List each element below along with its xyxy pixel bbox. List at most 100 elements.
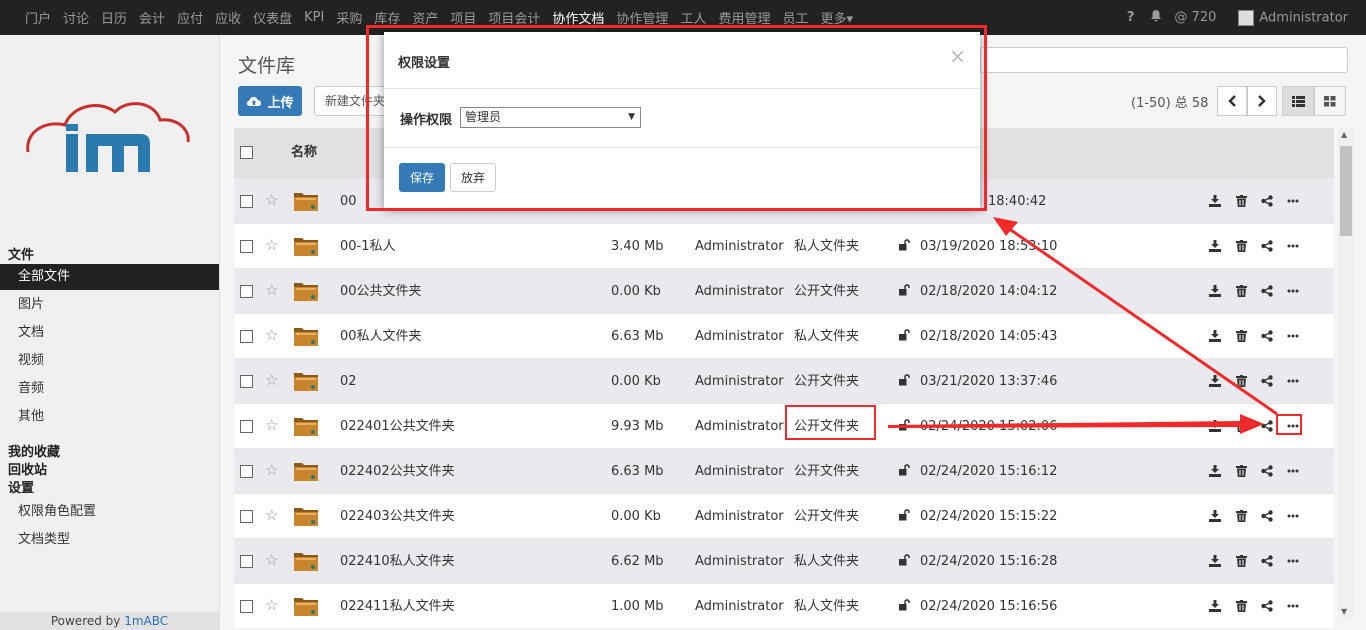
user-menu[interactable]: Administrator: [1238, 9, 1348, 26]
file-name[interactable]: 022410私人文件夹: [340, 539, 455, 584]
nav-item[interactable]: 会计: [139, 8, 165, 27]
next-page-button[interactable]: [1247, 86, 1277, 116]
more-options-icon[interactable]: [1280, 373, 1306, 389]
row-checkbox[interactable]: [240, 375, 253, 388]
row-checkbox[interactable]: [240, 555, 253, 568]
sidebar-item-file-category[interactable]: 文档: [0, 320, 219, 346]
download-icon[interactable]: [1202, 238, 1228, 254]
row-checkbox[interactable]: [240, 330, 253, 343]
share-icon[interactable]: [1254, 283, 1280, 299]
download-icon[interactable]: [1202, 418, 1228, 434]
table-row[interactable]: ☆ 02 0.00 Kb Administrator 公开文件夹 03/21/2020 1…: [234, 358, 1334, 403]
file-name[interactable]: 02: [340, 359, 357, 404]
sidebar-item-setting[interactable]: 权限角色配置: [0, 499, 219, 525]
download-icon[interactable]: [1202, 508, 1228, 524]
download-icon[interactable]: [1202, 553, 1228, 569]
sidebar-item-favorites[interactable]: 我的收藏: [8, 441, 60, 460]
file-name[interactable]: 00私人文件夹: [340, 314, 422, 359]
file-name[interactable]: 00: [340, 179, 357, 224]
row-checkbox[interactable]: [240, 420, 253, 433]
mentions-count[interactable]: @ 720: [1174, 10, 1216, 25]
table-row[interactable]: ☆ 022403公共文件夹 0.00 Kb Administrator 公开文件夹 02/…: [234, 493, 1334, 538]
sidebar-item-setting[interactable]: 文档类型: [0, 527, 219, 553]
sidebar-item-file-category[interactable]: 音频: [0, 376, 219, 402]
table-row[interactable]: ☆ 022410私人文件夹 6.62 Mb Administrator 私人文件夹 02/…: [234, 538, 1334, 583]
star-icon[interactable]: ☆: [265, 416, 278, 434]
trash-icon[interactable]: [1228, 238, 1254, 254]
list-view-button[interactable]: [1282, 86, 1314, 116]
trash-icon[interactable]: [1228, 508, 1254, 524]
nav-item[interactable]: 采购: [336, 8, 362, 27]
download-icon[interactable]: [1202, 373, 1228, 389]
trash-icon[interactable]: [1228, 598, 1254, 614]
share-icon[interactable]: [1254, 328, 1280, 344]
row-checkbox[interactable]: [240, 465, 253, 478]
file-name[interactable]: 022411私人文件夹: [340, 584, 455, 629]
share-icon[interactable]: [1254, 463, 1280, 479]
nav-item[interactable]: KPI: [304, 10, 324, 25]
sidebar-item-recycle[interactable]: 回收站: [8, 459, 47, 478]
file-name[interactable]: 022401公共文件夹: [340, 404, 455, 449]
more-options-icon[interactable]: [1280, 463, 1306, 479]
sidebar-item-file-category[interactable]: 其他: [0, 404, 219, 430]
sidebar-item-file-category[interactable]: 图片: [0, 292, 219, 318]
star-icon[interactable]: ☆: [265, 596, 278, 614]
nav-item[interactable]: 应付: [177, 8, 203, 27]
table-row[interactable]: ☆ 00公共文件夹 0.00 Kb Administrator 公开文件夹 02/18/2…: [234, 268, 1334, 313]
more-options-icon[interactable]: [1280, 238, 1306, 254]
nav-item[interactable]: 门户: [25, 8, 51, 27]
download-icon[interactable]: [1202, 463, 1228, 479]
star-icon[interactable]: ☆: [265, 551, 278, 569]
more-options-icon[interactable]: [1280, 193, 1306, 209]
trash-icon[interactable]: [1228, 283, 1254, 299]
nav-item[interactable]: 讨论: [63, 8, 89, 27]
column-header-name[interactable]: 名称: [291, 128, 317, 178]
table-row[interactable]: ☆ 00私人文件夹 6.63 Mb Administrator 私人文件夹 02/18/2…: [234, 313, 1334, 358]
row-checkbox[interactable]: [240, 195, 253, 208]
scrollbar[interactable]: ▲ ▼: [1338, 128, 1354, 618]
star-icon[interactable]: ☆: [265, 326, 278, 344]
row-checkbox[interactable]: [240, 240, 253, 253]
trash-icon[interactable]: [1228, 373, 1254, 389]
select-all-checkbox[interactable]: [240, 146, 253, 159]
more-options-icon[interactable]: [1280, 283, 1306, 299]
download-icon[interactable]: [1202, 193, 1228, 209]
more-options-icon[interactable]: [1280, 328, 1306, 344]
share-icon[interactable]: [1254, 238, 1280, 254]
nav-item[interactable]: 仪表盘: [253, 8, 292, 27]
star-icon[interactable]: ☆: [265, 371, 278, 389]
bell-icon[interactable]: [1150, 9, 1162, 26]
share-icon[interactable]: [1254, 508, 1280, 524]
help-icon[interactable]: ?: [1127, 10, 1135, 25]
more-options-icon[interactable]: [1280, 598, 1306, 614]
grid-view-button[interactable]: [1314, 86, 1346, 116]
scroll-down-icon[interactable]: ▼: [1341, 607, 1347, 616]
nav-item[interactable]: 日历: [101, 8, 127, 27]
table-row[interactable]: ☆ 022402公共文件夹 6.63 Mb Administrator 公开文件夹 02/…: [234, 448, 1334, 493]
row-checkbox[interactable]: [240, 510, 253, 523]
trash-icon[interactable]: [1228, 553, 1254, 569]
trash-icon[interactable]: [1228, 328, 1254, 344]
powered-brand[interactable]: 1mABC: [124, 614, 168, 628]
nav-item[interactable]: 应收: [215, 8, 241, 27]
star-icon[interactable]: ☆: [265, 236, 278, 254]
sidebar-item-file-category[interactable]: 全部文件: [0, 264, 219, 290]
share-icon[interactable]: [1254, 598, 1280, 614]
share-icon[interactable]: [1254, 373, 1280, 389]
file-name[interactable]: 00公共文件夹: [340, 269, 422, 314]
download-icon[interactable]: [1202, 598, 1228, 614]
star-icon[interactable]: ☆: [265, 191, 278, 209]
share-icon[interactable]: [1254, 193, 1280, 209]
prev-page-button[interactable]: [1217, 86, 1247, 116]
table-row[interactable]: ☆ 00-1私人 3.40 Mb Administrator 私人文件夹 03/19/20…: [234, 223, 1334, 268]
more-options-icon[interactable]: [1280, 553, 1306, 569]
table-row[interactable]: ☆ 022401公共文件夹 9.93 Mb Administrator 公开文件夹 02/…: [234, 403, 1334, 448]
star-icon[interactable]: ☆: [265, 461, 278, 479]
download-icon[interactable]: [1202, 283, 1228, 299]
share-icon[interactable]: [1254, 553, 1280, 569]
trash-icon[interactable]: [1228, 463, 1254, 479]
upload-button[interactable]: 上传: [238, 86, 302, 116]
more-options-icon[interactable]: [1280, 508, 1306, 524]
file-name[interactable]: 00-1私人: [340, 224, 396, 269]
download-icon[interactable]: [1202, 328, 1228, 344]
